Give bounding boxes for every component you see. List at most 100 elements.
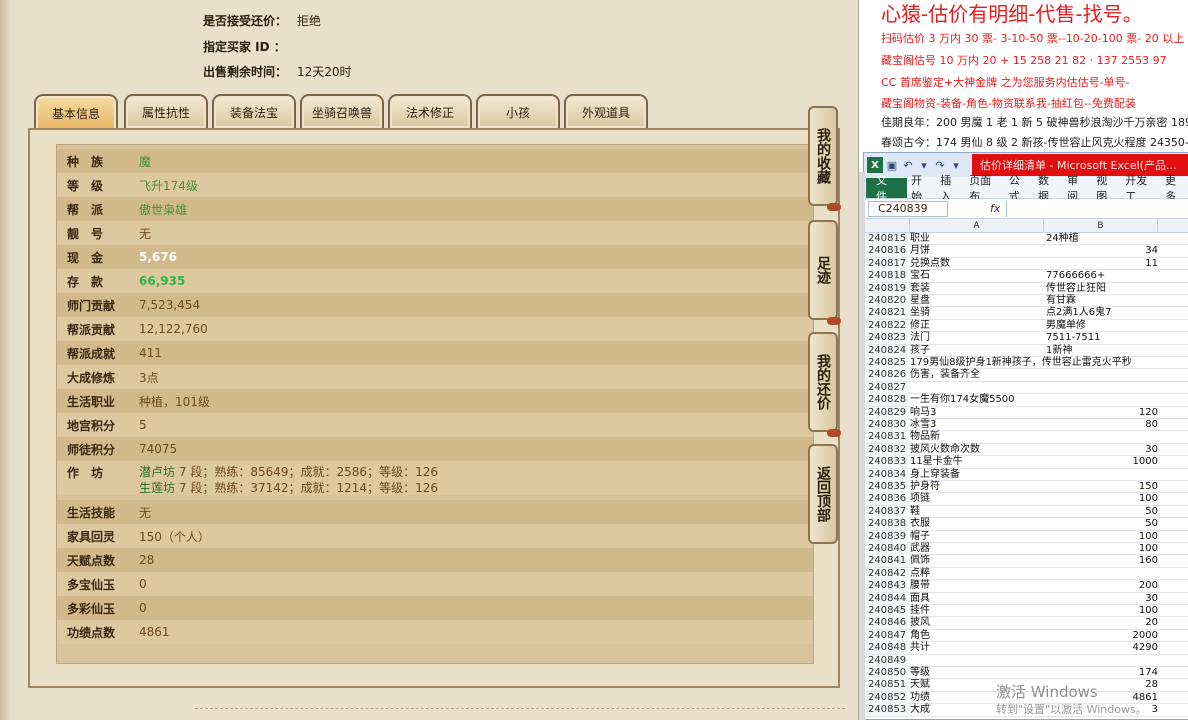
sheet-row[interactable]: 240836 项链 100 <box>864 493 1188 506</box>
cell-b[interactable]: 传世容止狂阳 <box>1046 283 1158 295</box>
sheet-grid[interactable]: A B 240815 职业 24种植 240816 月饼 34 240817 兑换点数 11 24… <box>864 219 1188 719</box>
column-header-a[interactable]: A <box>910 219 1044 233</box>
sheet-row[interactable]: 240830 冰雪3 80 <box>864 419 1188 432</box>
sheet-row[interactable]: 240841 佩饰 160 <box>864 555 1188 568</box>
cell-a[interactable]: 修正 <box>910 320 1044 332</box>
cell-b[interactable]: 100 <box>1046 543 1158 555</box>
sheet-row[interactable]: 240837 鞋 50 <box>864 505 1188 519</box>
row-number[interactable]: 240824 <box>864 344 908 357</box>
row-number[interactable]: 240837 <box>864 505 908 518</box>
sheet-row[interactable]: 240822 修正 男魔单修 <box>864 319 1188 333</box>
footprints-button[interactable]: 足迹 <box>808 220 841 325</box>
sheet-row[interactable]: 240850 等级 174 <box>864 667 1188 680</box>
cell-b[interactable]: 100 <box>1046 605 1158 617</box>
cell-b[interactable]: 80 <box>1046 419 1158 431</box>
cell-a[interactable]: 179男仙8级护身1新神孩子，传世容止雷克火平秒 <box>910 357 1132 369</box>
formula-input[interactable] <box>1006 200 1176 217</box>
column-header-b[interactable]: B <box>1044 219 1158 233</box>
cell-a[interactable]: 宝石 <box>910 270 1044 282</box>
cell-a[interactable]: 伤害，装备齐全 <box>910 369 1044 381</box>
cell-a[interactable]: 项链 <box>910 493 1044 505</box>
sheet-row[interactable]: 240840 武器 100 <box>864 543 1188 556</box>
row-number[interactable]: 240839 <box>864 530 908 543</box>
row-number[interactable]: 240848 <box>864 642 908 655</box>
row-number[interactable]: 240817 <box>864 257 908 270</box>
cell-b[interactable]: 100 <box>1046 493 1158 505</box>
row-number[interactable]: 240851 <box>864 679 908 692</box>
cell-a[interactable]: 衣服 <box>910 518 1044 530</box>
row-number[interactable]: 240841 <box>864 555 908 568</box>
sheet-row[interactable]: 240835 护身符 150 <box>864 481 1188 494</box>
sheet-row[interactable]: 240825 179男仙8级护身1新神孩子，传世容止雷克火平秒 <box>864 357 1188 370</box>
sheet-row[interactable]: 240818 宝石 77666666+ <box>864 270 1188 283</box>
cell-b[interactable]: 1000 <box>1046 456 1158 468</box>
row-number[interactable]: 240847 <box>864 629 908 642</box>
cell-a[interactable]: 面具 <box>910 593 1044 605</box>
cell-b[interactable]: 20 <box>1046 617 1158 629</box>
sheet-row[interactable]: 240833 11星卡金牛 1000 <box>864 456 1188 469</box>
sheet-row[interactable]: 240817 兑换点数 11 <box>864 257 1188 271</box>
row-number[interactable]: 240834 <box>864 468 908 481</box>
cell-b[interactable]: 200 <box>1046 580 1158 592</box>
sheet-row[interactable]: 240827 <box>864 381 1188 395</box>
row-number[interactable]: 240849 <box>864 654 908 667</box>
select-all-corner[interactable] <box>864 219 910 233</box>
row-number[interactable]: 240826 <box>864 369 908 382</box>
tab-attributes[interactable]: 属性抗性 <box>124 94 208 128</box>
cell-a[interactable]: 共计 <box>910 642 1044 654</box>
row-number[interactable]: 240838 <box>864 518 908 531</box>
cell-b[interactable]: 160 <box>1046 555 1158 567</box>
row-number[interactable]: 240845 <box>864 605 908 617</box>
row-number[interactable]: 240818 <box>864 270 908 283</box>
row-number[interactable]: 240821 <box>864 307 908 320</box>
row-number[interactable]: 240836 <box>864 493 908 506</box>
row-number[interactable]: 240816 <box>864 245 908 258</box>
cell-a[interactable]: 腰带 <box>910 580 1044 592</box>
sheet-row[interactable]: 240849 <box>864 654 1188 667</box>
cell-b[interactable]: 100 <box>1046 531 1158 543</box>
my-favorites-button[interactable]: 我的收藏 <box>808 106 841 211</box>
cell-b[interactable]: 150 <box>1046 481 1158 493</box>
tab-basic-info[interactable]: 基本信息 <box>34 94 118 130</box>
cell-b[interactable]: 4290 <box>1046 642 1158 654</box>
sheet-row[interactable]: 240821 坐骑 点2满1人6鬼7 <box>864 307 1188 320</box>
cell-b[interactable]: 24种植 <box>1046 233 1158 245</box>
sheet-row[interactable]: 240823 法门 7511-7511 <box>864 332 1188 345</box>
cell-a[interactable]: 护身符 <box>910 481 1044 493</box>
sheet-row[interactable]: 240828 一生有你174女魔5500 <box>864 394 1188 407</box>
cell-a[interactable]: 星盘 <box>910 295 1044 307</box>
row-number[interactable]: 240832 <box>864 443 908 456</box>
sheet-row[interactable]: 240826 伤害，装备齐全 <box>864 369 1188 382</box>
row-number[interactable]: 240830 <box>864 419 908 431</box>
row-number[interactable]: 240827 <box>864 381 908 394</box>
cell-a[interactable]: 武器 <box>910 543 1044 555</box>
cell-b[interactable]: 50 <box>1046 506 1158 518</box>
row-number[interactable]: 240822 <box>864 319 908 332</box>
sheet-row[interactable]: 240847 角色 2000 <box>864 629 1188 643</box>
cell-a[interactable]: 帽子 <box>910 531 1044 543</box>
cell-a[interactable]: 身上穿装备 <box>910 469 1044 481</box>
cell-a[interactable]: 冰雪3 <box>910 419 1044 431</box>
cell-a[interactable]: 披风火数命次数 <box>910 444 1044 456</box>
name-box[interactable]: C240839 <box>868 200 948 217</box>
cell-a[interactable]: 孩子 <box>910 345 1044 357</box>
cell-a[interactable]: 挂件 <box>910 605 1044 617</box>
row-number[interactable]: 240844 <box>864 592 908 605</box>
cell-a[interactable]: 角色 <box>910 630 1044 642</box>
cell-a[interactable]: 职业 <box>910 233 1044 245</box>
sheet-row[interactable]: 240819 套装 传世容止狂阳 <box>864 282 1188 295</box>
sheet-row[interactable]: 240834 身上穿装备 <box>864 468 1188 481</box>
row-number[interactable]: 240833 <box>864 456 908 469</box>
row-number[interactable]: 240840 <box>864 543 908 555</box>
cell-a[interactable]: 披风 <box>910 617 1044 629</box>
cell-b[interactable]: 77666666+ <box>1046 270 1158 282</box>
cell-b[interactable]: 1新神 <box>1046 345 1158 357</box>
cell-b[interactable]: 11 <box>1046 258 1158 270</box>
sheet-row[interactable]: 240816 月饼 34 <box>864 245 1188 258</box>
sheet-row[interactable]: 240824 孩子 1新神 <box>864 344 1188 357</box>
cell-a[interactable]: 兑换点数 <box>910 258 1044 270</box>
cell-a[interactable]: 点粹 <box>910 568 1044 580</box>
cell-b[interactable]: 120 <box>1046 407 1158 419</box>
row-number[interactable]: 240850 <box>864 667 908 679</box>
fx-icon[interactable]: fx <box>990 202 1000 215</box>
